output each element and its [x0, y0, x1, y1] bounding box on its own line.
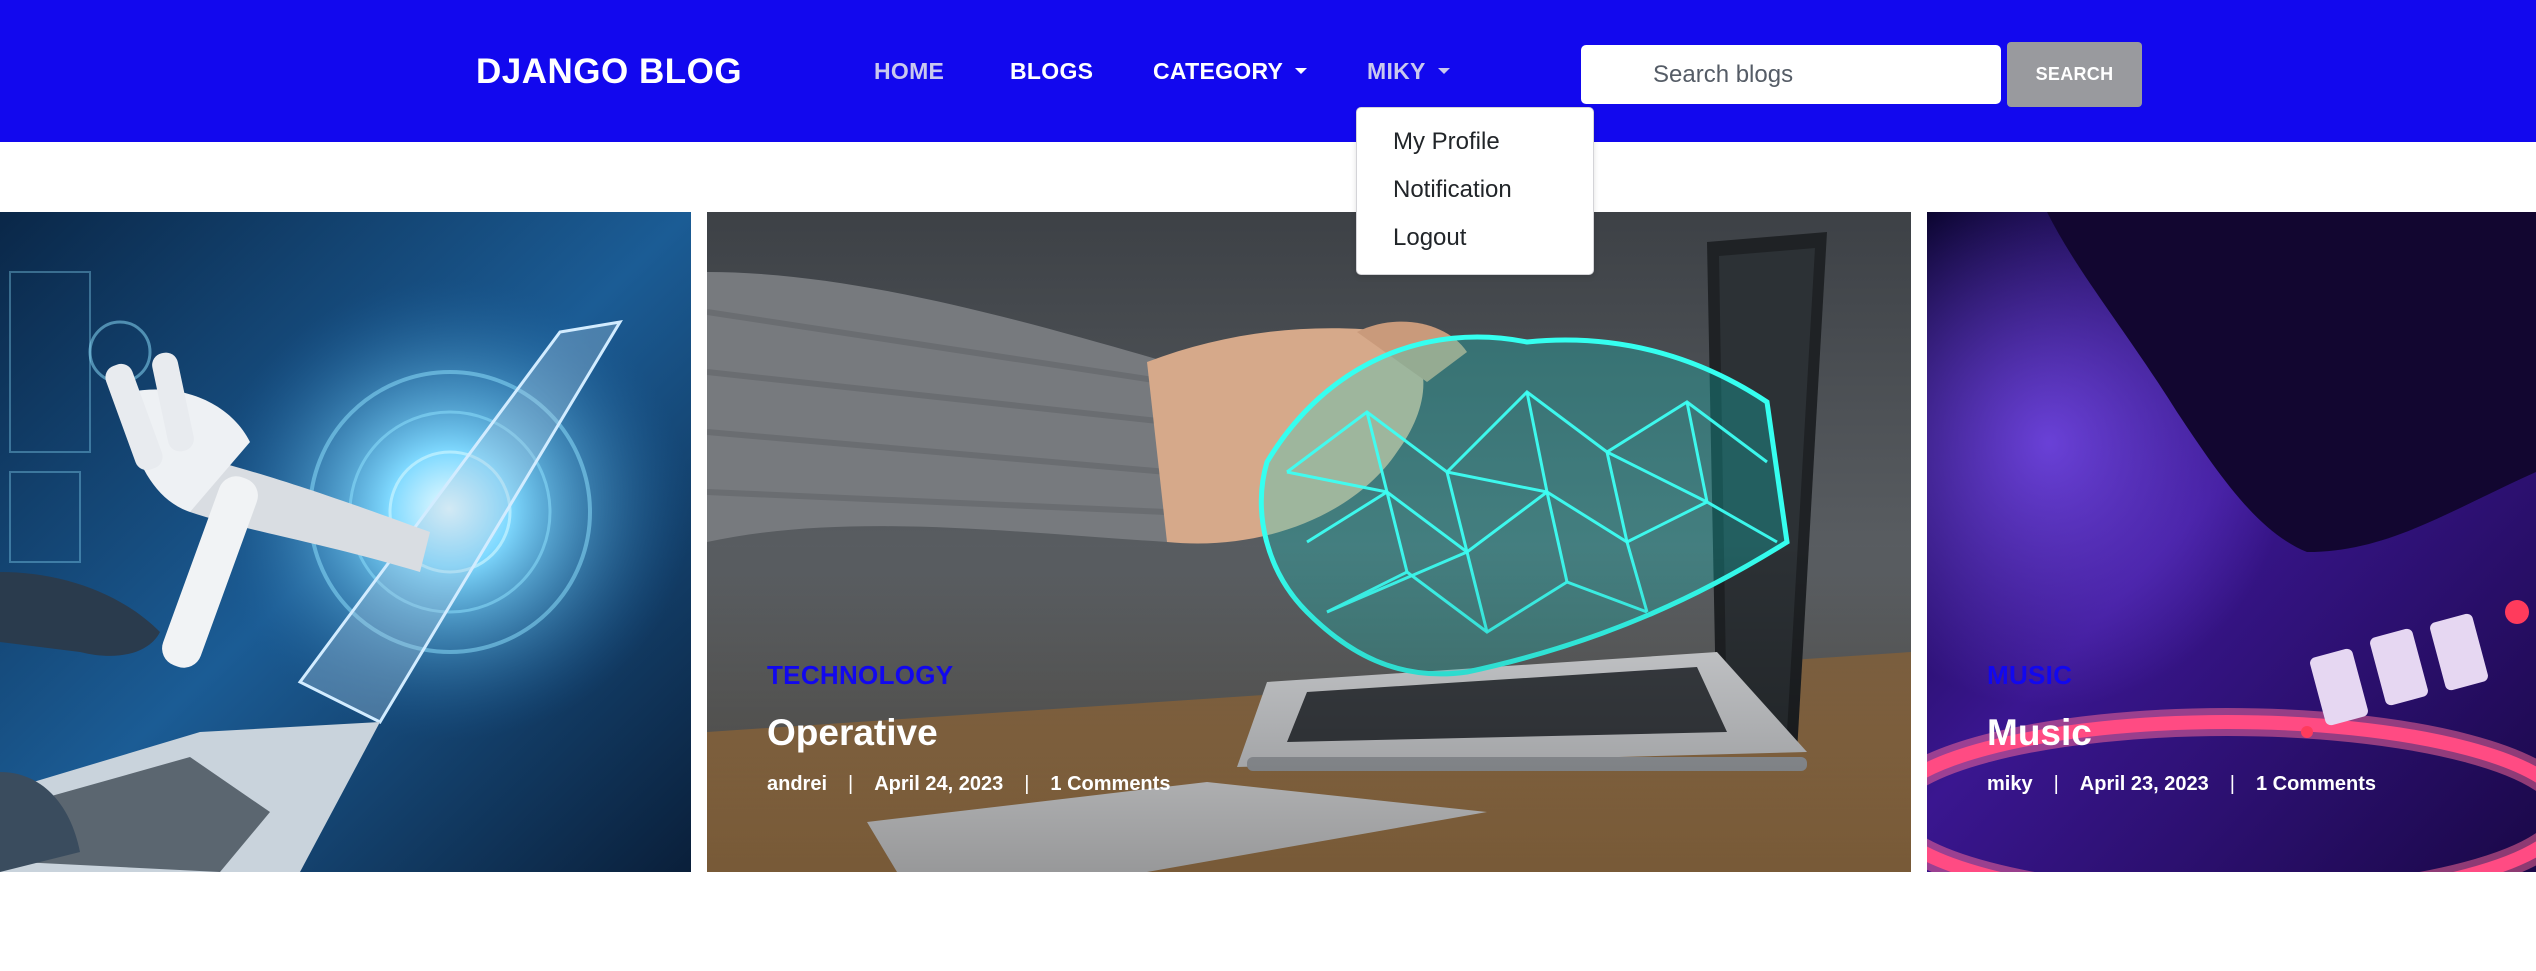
nav-category-label: CATEGORY — [1153, 58, 1284, 84]
slide-title-link[interactable]: Operative — [767, 712, 1170, 754]
slide-author-link[interactable]: miky — [1987, 773, 2033, 796]
slide-title-link[interactable]: Music — [1987, 712, 2376, 754]
slide-robot-hand[interactable] — [0, 212, 691, 872]
nav-link-blogs[interactable]: BLOGS — [1010, 58, 1093, 85]
robot-hand-touching-laptop-image — [0, 212, 691, 872]
search-button[interactable]: SEARCH — [2007, 42, 2142, 107]
slide-music[interactable]: MUSIC Music miky | April 23, 2023 | 1 Co… — [1927, 212, 2536, 872]
slide-date: April 24, 2023 — [874, 773, 1004, 795]
meta-separator: | — [2053, 773, 2059, 795]
nav-dropdown-category[interactable]: CATEGORY — [1153, 58, 1308, 85]
slide-comments-link[interactable]: 1 Comments — [2256, 773, 2376, 796]
slide-caption: MUSIC Music miky | April 23, 2023 | 1 Co… — [1987, 660, 2376, 796]
slide-meta: miky | April 23, 2023 | 1 Comments — [1987, 773, 2376, 796]
dropdown-item-notification[interactable]: Notification — [1393, 176, 1512, 204]
slide-category-link[interactable]: TECHNOLOGY — [767, 660, 1170, 691]
slide-comments-link[interactable]: 1 Comments — [1050, 773, 1170, 796]
caret-down-icon — [1437, 67, 1450, 74]
caret-down-icon — [1295, 67, 1308, 74]
slide-date: April 23, 2023 — [2079, 773, 2209, 795]
nav-link-home[interactable]: HOME — [874, 58, 944, 85]
dropdown-item-my-profile[interactable]: My Profile — [1393, 128, 1500, 156]
navbar: DJANGO BLOG HOME BLOGS CATEGORY MIKY SEA… — [0, 0, 2536, 142]
search-input[interactable] — [1581, 45, 2001, 104]
nav-dropdown-user[interactable]: MIKY — [1367, 58, 1450, 85]
slide-author-link[interactable]: andrei — [767, 773, 827, 796]
brand-logo[interactable]: DJANGO BLOG — [476, 52, 742, 92]
user-dropdown-menu: My Profile Notification Logout — [1356, 107, 1594, 275]
slide-operative[interactable]: TECHNOLOGY Operative andrei | April 24, … — [707, 212, 1911, 872]
nav-user-label: MIKY — [1367, 58, 1426, 84]
featured-slider: TECHNOLOGY Operative andrei | April 24, … — [0, 212, 2536, 872]
meta-separator: | — [848, 773, 854, 795]
slide-meta: andrei | April 24, 2023 | 1 Comments — [767, 773, 1170, 796]
slide-category-link[interactable]: MUSIC — [1987, 660, 2376, 691]
dropdown-item-logout[interactable]: Logout — [1393, 224, 1466, 252]
meta-separator: | — [1024, 773, 1030, 795]
meta-separator: | — [2229, 773, 2235, 795]
slide-caption: TECHNOLOGY Operative andrei | April 24, … — [767, 660, 1170, 796]
